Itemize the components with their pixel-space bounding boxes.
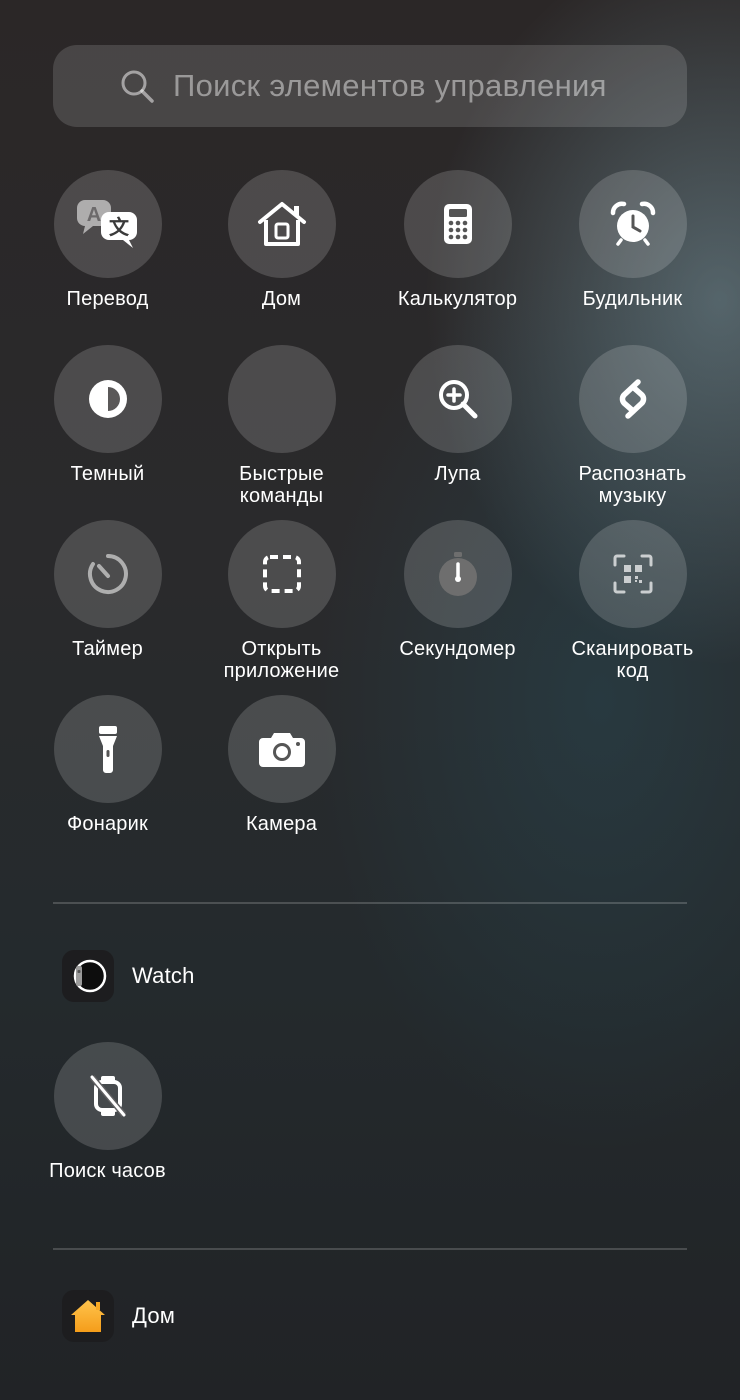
section-header-watch: Watch xyxy=(62,950,195,1002)
control-find-watch[interactable]: Поиск часов xyxy=(20,1042,195,1182)
section-title: Watch xyxy=(132,963,195,988)
control-label: Темный xyxy=(70,463,145,485)
section-divider xyxy=(53,1248,687,1250)
control-circle[interactable] xyxy=(578,170,687,278)
control-circle[interactable] xyxy=(403,345,512,453)
control-shortcuts[interactable]: Быстрые команды xyxy=(194,345,369,507)
camera-icon xyxy=(258,733,305,767)
control-label: Перевод xyxy=(66,288,149,310)
section-header-home: Дом xyxy=(62,1290,175,1342)
dark-mode-icon xyxy=(88,380,127,418)
control-circle[interactable]: A 文 xyxy=(53,170,162,278)
control-label: Открыть приложение xyxy=(223,638,340,682)
control-circle[interactable] xyxy=(53,695,162,803)
control-home[interactable]: Дом xyxy=(194,170,369,310)
control-camera[interactable]: Камера xyxy=(194,695,369,835)
open-app-icon xyxy=(262,555,301,593)
control-label: Поиск часов xyxy=(49,1160,166,1182)
control-magnifier[interactable]: Лупа xyxy=(370,345,545,485)
control-label: Лупа xyxy=(434,463,481,485)
magnifier-icon xyxy=(438,380,477,419)
flashlight-icon xyxy=(98,726,117,773)
control-circle[interactable] xyxy=(227,520,336,628)
watch-slash-icon xyxy=(89,1075,126,1117)
control-alarm[interactable]: Будильник xyxy=(545,170,720,310)
control-calculator[interactable]: Калькулятор xyxy=(370,170,545,310)
qr-scan-icon xyxy=(613,554,652,594)
control-label: Фонарик xyxy=(67,813,148,835)
calculator-icon xyxy=(443,204,472,244)
control-label: Секундомер xyxy=(399,638,516,660)
watch-app-icon xyxy=(62,950,114,1002)
translate-icon: A 文 xyxy=(76,200,137,248)
control-stopwatch[interactable]: Секундомер xyxy=(370,520,545,660)
home-app-icon xyxy=(62,1290,114,1342)
control-dark[interactable]: Темный xyxy=(20,345,195,485)
home-icon xyxy=(257,202,306,246)
control-circle[interactable] xyxy=(403,520,512,628)
svg-text:文: 文 xyxy=(109,215,130,239)
section-divider xyxy=(53,902,687,904)
svg-text:A: A xyxy=(86,204,100,226)
control-circle[interactable] xyxy=(227,170,336,278)
stopwatch-icon xyxy=(438,552,477,596)
section-title: Дом xyxy=(132,1303,176,1328)
control-open-app[interactable]: Открыть приложение xyxy=(194,520,369,682)
search-bar[interactable]: Поиск элементов управления xyxy=(53,45,687,127)
control-timer[interactable]: Таймер xyxy=(20,520,195,660)
control-circle[interactable] xyxy=(578,345,687,453)
control-label: Дом xyxy=(261,288,302,310)
control-label: Быстрые команды xyxy=(239,463,324,507)
shazam-icon xyxy=(619,379,646,419)
control-label: Будильник xyxy=(582,288,683,310)
control-label: Сканировать код xyxy=(571,638,694,682)
control-label: Калькулятор xyxy=(397,288,518,310)
control-label: Распознать музыку xyxy=(578,463,687,507)
control-circle[interactable] xyxy=(227,345,336,453)
control-shazam[interactable]: Распознать музыку xyxy=(545,345,720,507)
control-translate[interactable]: A 文 Перевод xyxy=(20,170,195,310)
control-circle[interactable] xyxy=(227,695,336,803)
search-placeholder: Поиск элементов управления xyxy=(173,68,607,103)
search-icon xyxy=(121,70,154,103)
control-circle[interactable] xyxy=(53,345,162,453)
control-scan-code[interactable]: Сканировать код xyxy=(545,520,720,682)
control-circle[interactable] xyxy=(578,520,687,628)
control-circle[interactable] xyxy=(403,170,512,278)
control-label: Таймер xyxy=(72,638,143,660)
control-circle[interactable] xyxy=(53,1042,162,1150)
control-flashlight[interactable]: Фонарик xyxy=(20,695,195,835)
control-circle[interactable] xyxy=(53,520,162,628)
alarm-clock-icon xyxy=(610,201,655,246)
control-label: Камера xyxy=(245,813,318,835)
timer-icon xyxy=(87,554,128,594)
